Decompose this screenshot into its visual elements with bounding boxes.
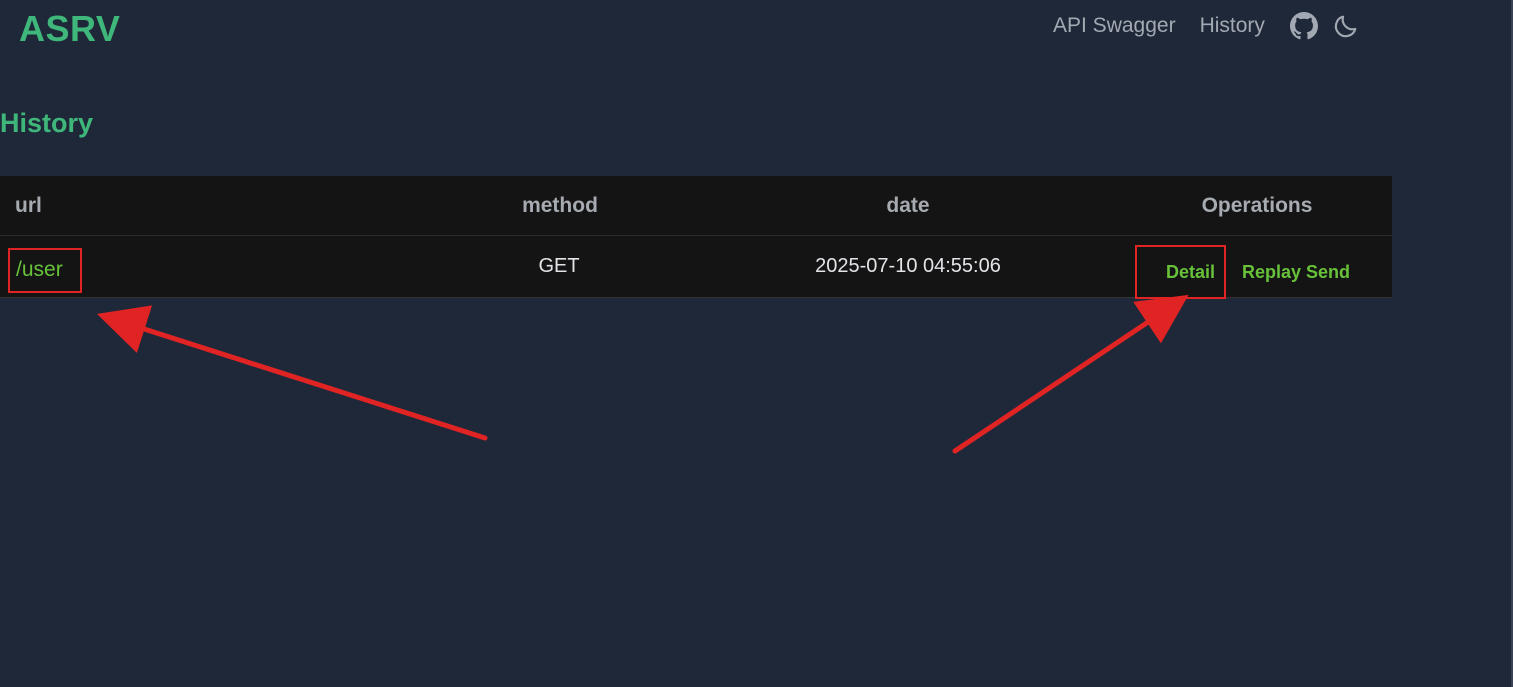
moon-icon[interactable]: [1331, 11, 1361, 41]
url-link[interactable]: /user: [16, 258, 63, 281]
annotation-arrows: [96, 294, 1189, 454]
date-cell: 2025-07-10 04:55:06: [815, 255, 1001, 277]
nav-link-history[interactable]: History: [1200, 14, 1265, 38]
arrow-to-url: [96, 305, 488, 441]
column-header-operations: Operations: [1201, 194, 1313, 217]
url-cell: /user: [8, 248, 82, 293]
nav-link-api-swagger[interactable]: API Swagger: [1053, 14, 1176, 38]
column-header-url: url: [15, 194, 42, 217]
method-cell: GET: [538, 255, 580, 277]
top-nav: API Swagger History: [1053, 12, 1361, 40]
replay-send-button[interactable]: Replay Send: [1242, 262, 1350, 283]
column-header-method: method: [522, 194, 598, 217]
github-icon[interactable]: [1289, 11, 1319, 41]
page-title: History: [0, 108, 94, 138]
column-header-date: date: [886, 194, 930, 217]
arrow-to-detail: [952, 294, 1189, 454]
operations-cell: Detail Replay Send: [1135, 245, 1350, 299]
table-header: url method date Operations: [0, 176, 1392, 236]
page: ASRV API Swagger History History url met…: [0, 0, 1513, 687]
brand-logo[interactable]: ASRV: [19, 8, 120, 50]
history-table: url method date Operations /user GET 202…: [0, 176, 1392, 299]
detail-highlight: Detail: [1135, 245, 1226, 299]
table-row: /user GET 2025-07-10 04:55:06 Detail Rep…: [0, 236, 1392, 299]
detail-button[interactable]: Detail: [1166, 262, 1215, 283]
